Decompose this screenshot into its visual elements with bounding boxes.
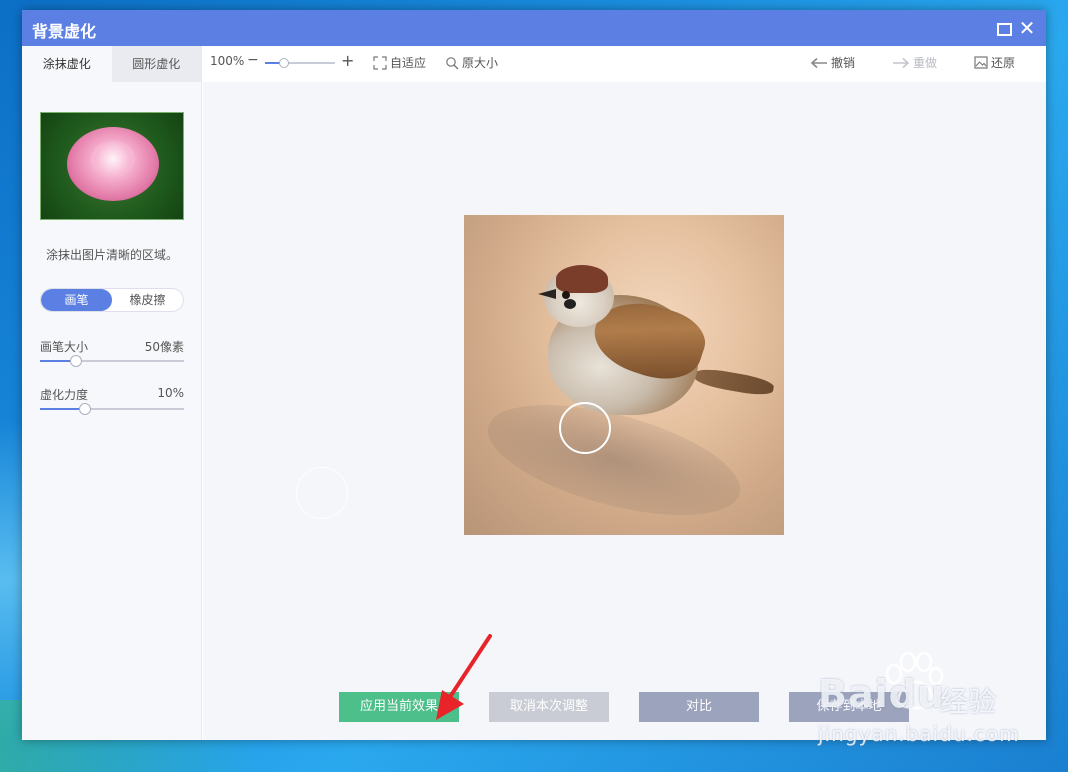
tab-circle-blur[interactable]: 圆形虚化 — [111, 46, 201, 82]
zoom-level: 100% — [210, 54, 245, 68]
brush-cursor-ghost — [296, 467, 348, 519]
mode-tabs: 涂抹虚化 圆形虚化 — [22, 46, 201, 82]
blur-strength-label: 虚化力度 — [40, 388, 89, 402]
hint-text: 涂抹出图片清晰的区域。 — [46, 248, 179, 262]
canvas-area[interactable]: 应用当前效果 取消本次调整 对比 保存到本地 — [203, 82, 1046, 740]
tab-smear-blur[interactable]: 涂抹虚化 — [22, 46, 112, 82]
sparrow-photo[interactable] — [464, 215, 784, 535]
restore-label: 还原 — [991, 56, 1016, 70]
undo-arrow-icon — [810, 57, 827, 68]
bird-eye — [562, 291, 570, 299]
brush-size-label: 画笔大小 — [40, 340, 89, 354]
brush-cursor — [559, 402, 611, 454]
annotation-arrow-icon — [436, 634, 492, 720]
bird-cap — [556, 265, 608, 293]
brush-tool-button[interactable]: 画笔 — [41, 289, 112, 311]
blur-strength-fill — [40, 408, 85, 410]
tool-toggle: 画笔 橡皮擦 — [40, 288, 184, 312]
redo-arrow-icon — [893, 57, 910, 68]
brush-size-row: 画笔大小 50像素 — [40, 338, 184, 355]
blur-strength-value: 10% — [157, 386, 184, 400]
brush-size-slider[interactable] — [40, 355, 184, 367]
compare-button[interactable]: 对比 — [639, 692, 759, 722]
bird-cheek — [564, 299, 576, 309]
rose-image — [67, 127, 159, 201]
preview-thumbnail — [40, 112, 184, 220]
window-title: 背景虚化 — [32, 22, 97, 41]
undo-button[interactable]: 撤销 — [810, 54, 855, 71]
zoom-in-button[interactable]: + — [341, 51, 354, 70]
redo-label: 重做 — [913, 56, 938, 70]
blur-strength-slider[interactable] — [40, 403, 184, 415]
watermark-url: jingyan.baidu.com — [818, 722, 1020, 746]
brush-size-value: 50像素 — [144, 340, 184, 354]
image-icon — [974, 56, 988, 69]
blur-strength-handle[interactable] — [78, 403, 91, 415]
watermark-brand: Baidu — [818, 672, 945, 716]
eraser-tool-button[interactable]: 橡皮擦 — [112, 289, 183, 311]
maximize-icon[interactable] — [992, 17, 1014, 39]
blur-strength-row: 虚化力度 10% — [40, 386, 184, 403]
redo-button[interactable]: 重做 — [892, 54, 937, 71]
title-bar: 背景虚化 ✕ — [22, 10, 1046, 46]
zoom-out-button[interactable]: − — [247, 52, 259, 68]
fit-button[interactable]: 自适应 — [373, 54, 426, 71]
restore-button[interactable]: 还原 — [974, 54, 1015, 71]
original-size-button[interactable]: 原大小 — [445, 54, 498, 71]
fit-label: 自适应 — [390, 56, 427, 70]
blur-dialog: 背景虚化 ✕ 涂抹虚化 圆形虚化 涂抹出图片清晰的区域。 画笔 橡皮擦 画笔大小… — [22, 10, 1046, 740]
zoom-handle[interactable] — [279, 58, 289, 68]
fit-icon — [373, 55, 387, 70]
close-icon[interactable]: ✕ — [1016, 17, 1038, 39]
watermark-brand-cn: 经验 — [940, 685, 997, 718]
toolbar: 100% − + 自适应 原大小 撤销 重做 还原 — [203, 46, 1046, 82]
zoom-slider[interactable] — [265, 58, 335, 68]
original-size-label: 原大小 — [462, 56, 499, 70]
undo-label: 撤销 — [831, 56, 856, 70]
magnifier-icon — [446, 56, 459, 69]
sidebar: 涂抹虚化 圆形虚化 涂抹出图片清晰的区域。 画笔 橡皮擦 画笔大小 50像素 虚… — [22, 46, 202, 740]
brush-size-handle[interactable] — [70, 355, 82, 367]
bird-tail — [693, 366, 775, 398]
